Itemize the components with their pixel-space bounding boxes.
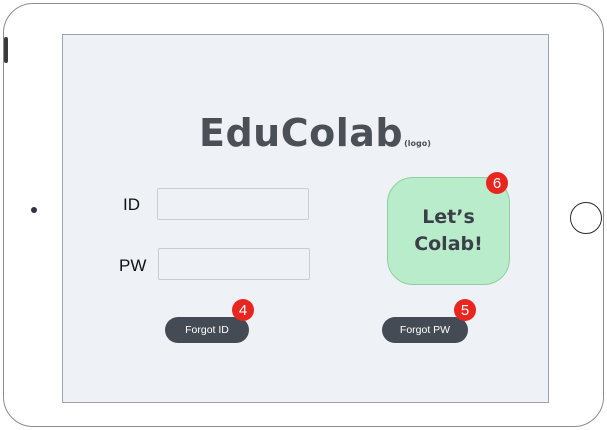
home-button[interactable]	[570, 202, 602, 234]
login-screen: EduColab(logo) ID PW Let’s Colab! Forgot…	[62, 34, 549, 403]
lets-colab-line-2: Colab!	[414, 233, 483, 255]
forgot-pw-button[interactable]: Forgot PW	[382, 317, 468, 343]
id-label: ID	[123, 195, 140, 214]
annotation-badge-forgot-pw: 5	[454, 299, 476, 321]
app-logo: EduColab(logo)	[199, 111, 431, 155]
lets-colab-button[interactable]: Let’s Colab!	[387, 177, 510, 285]
front-camera	[31, 207, 37, 213]
tablet-side-button	[4, 37, 8, 63]
annotation-badge-lets-colab: 6	[486, 172, 508, 194]
pw-input[interactable]	[158, 248, 310, 280]
lets-colab-line-1: Let’s	[422, 206, 475, 228]
id-input[interactable]	[157, 188, 309, 220]
tablet-frame: EduColab(logo) ID PW Let’s Colab! Forgot…	[3, 3, 604, 427]
logo-name: EduColab	[199, 111, 404, 155]
pw-label: PW	[119, 256, 147, 275]
forgot-id-button[interactable]: Forgot ID	[165, 317, 249, 343]
annotation-badge-forgot-id: 4	[232, 299, 254, 321]
logo-suffix: (logo)	[404, 139, 431, 148]
